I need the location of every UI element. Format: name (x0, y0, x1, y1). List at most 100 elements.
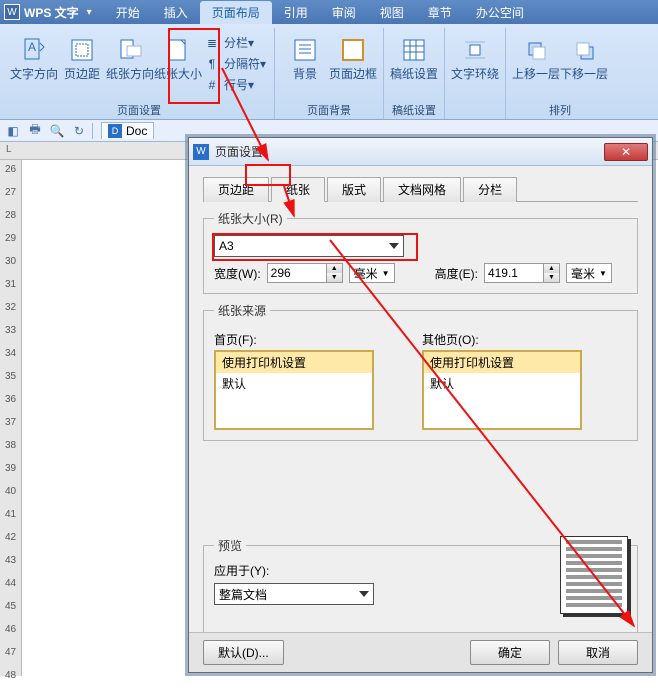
ribbon-group-label: 排列 (506, 102, 614, 118)
quick-print-icon[interactable]: 🖶 (26, 122, 44, 140)
ribbon-group-page-bg: 背景 页面边框 页面背景 (275, 28, 384, 119)
text-direction-button[interactable]: A 文字方向 (10, 30, 58, 93)
orientation-button[interactable]: 纸张方向 (106, 30, 154, 93)
bring-forward-button[interactable]: 上移一层 (512, 30, 560, 81)
svg-text:A: A (28, 40, 36, 54)
page-setup-dialog: W 页面设置 ✕ 页边距纸张版式文档网格分栏 纸张大小(R) A3 宽度(W):… (188, 137, 653, 673)
first-page-listbox[interactable]: 使用打印机设置默认 (214, 350, 374, 430)
height-unit-combo[interactable]: 毫米▼ (566, 263, 612, 283)
ruler-tick: 35 (0, 371, 21, 394)
line-number-icon: # (204, 78, 220, 92)
preview-thumbnail (560, 536, 628, 614)
breaks-button[interactable]: ¶分隔符 ▾ (204, 55, 266, 72)
send-backward-button[interactable]: 下移一层 (560, 30, 608, 81)
ruler-tick: 44 (0, 578, 21, 601)
spin-down-icon[interactable]: ▼ (327, 273, 342, 282)
main-tab-5[interactable]: 视图 (368, 1, 416, 24)
list-item[interactable]: 使用打印机设置 (216, 352, 372, 373)
list-item[interactable]: 使用打印机设置 (424, 352, 580, 373)
paper-size-value: A3 (219, 239, 234, 253)
ruler-vertical: 2627282930313233343536373839404142434445… (0, 160, 22, 676)
quick-refresh-icon[interactable]: ↻ (70, 122, 88, 140)
main-tab-4[interactable]: 审阅 (320, 1, 368, 24)
ruler-tick: 38 (0, 440, 21, 463)
ruler-tick: 45 (0, 601, 21, 624)
main-tab-3[interactable]: 引用 (272, 1, 320, 24)
ruler-marker: L (6, 144, 12, 155)
cancel-button[interactable]: 取消 (558, 640, 638, 665)
ruler-tick: 48 (0, 670, 21, 693)
height-input[interactable] (484, 263, 544, 283)
dialog-tab-2[interactable]: 版式 (327, 177, 381, 202)
close-button[interactable]: ✕ (604, 143, 648, 161)
ruler-tick: 27 (0, 187, 21, 210)
main-tab-2[interactable]: 页面布局 (200, 1, 272, 24)
list-item[interactable]: 默认 (424, 373, 580, 394)
send-backward-icon (570, 36, 598, 64)
dialog-tab-3[interactable]: 文档网格 (383, 177, 461, 202)
app-icon: W (4, 4, 20, 20)
background-button[interactable]: 背景 (281, 30, 329, 81)
other-pages-listbox[interactable]: 使用打印机设置默认 (422, 350, 582, 430)
main-tab-6[interactable]: 章节 (416, 1, 464, 24)
bring-forward-icon (522, 36, 550, 64)
ruler-tick: 34 (0, 348, 21, 371)
document-icon: D (108, 124, 122, 138)
ruler-tick: 47 (0, 647, 21, 670)
height-spinner[interactable]: ▲▼ (484, 263, 560, 283)
dialog-tab-1[interactable]: 纸张 (271, 177, 325, 202)
width-spinner[interactable]: ▲▼ (267, 263, 343, 283)
apply-to-combo[interactable]: 整篇文档 (214, 583, 374, 605)
text-wrap-button[interactable]: 文字环绕 (451, 30, 499, 81)
quick-preview-icon[interactable]: 🔍 (48, 122, 66, 140)
quick-new-icon[interactable]: ◧ (4, 122, 22, 140)
chevron-down-icon: ▼ (382, 269, 390, 278)
width-label: 宽度(W): (214, 265, 261, 282)
dialog-titlebar: W 页面设置 ✕ (189, 138, 652, 166)
width-input[interactable] (267, 263, 327, 283)
dialog-tab-4[interactable]: 分栏 (463, 177, 517, 202)
page-border-button[interactable]: 页面边框 (329, 30, 377, 81)
spin-down-icon[interactable]: ▼ (544, 273, 559, 282)
ruler-tick: 42 (0, 532, 21, 555)
height-label: 高度(E): (435, 265, 478, 282)
margins-button[interactable]: 页边距 (58, 30, 106, 93)
manuscript-icon (400, 36, 428, 64)
ruler-tick: 36 (0, 394, 21, 417)
main-tab-7[interactable]: 办公空间 (464, 1, 536, 24)
ok-button[interactable]: 确定 (470, 640, 550, 665)
paper-size-combo[interactable]: A3 (214, 235, 404, 257)
columns-button[interactable]: ≣分栏 ▾ (204, 34, 266, 51)
ruler-tick: 39 (0, 463, 21, 486)
orientation-icon (116, 36, 144, 64)
paper-size-fieldset: 纸张大小(R) A3 宽度(W): ▲▼ 毫米▼ 高度(E): ▲▼ (203, 210, 638, 294)
first-page-label: 首页(F): (214, 331, 374, 348)
ribbon: A 文字方向 页边距 纸张方向 纸张大小 ≣分栏 ▾ ¶分隔符 ▾ #行号 ▾ … (0, 24, 658, 120)
paper-size-icon (164, 36, 192, 64)
dialog-footer: 默认(D)... 确定 取消 (189, 632, 652, 672)
ribbon-group-arrange: 上移一层 下移一层 排列 (506, 28, 614, 119)
ruler-tick: 37 (0, 417, 21, 440)
ruler-tick: 41 (0, 509, 21, 532)
app-dropdown-icon[interactable]: ▾ (87, 7, 92, 18)
manuscript-button[interactable]: 稿纸设置 (390, 30, 438, 81)
main-tab-0[interactable]: 开始 (104, 1, 152, 24)
main-tab-1[interactable]: 插入 (152, 1, 200, 24)
default-button[interactable]: 默认(D)... (203, 640, 284, 665)
ruler-tick: 29 (0, 233, 21, 256)
spin-up-icon[interactable]: ▲ (327, 264, 342, 273)
paper-size-button[interactable]: 纸张大小 (154, 30, 202, 93)
ruler-tick: 43 (0, 555, 21, 578)
text-direction-icon: A (20, 36, 48, 64)
width-unit-combo[interactable]: 毫米▼ (349, 263, 395, 283)
ruler-tick: 46 (0, 624, 21, 647)
ruler-tick: 30 (0, 256, 21, 279)
list-item[interactable]: 默认 (216, 373, 372, 394)
columns-icon: ≣ (204, 36, 220, 50)
line-number-button[interactable]: #行号 ▾ (204, 76, 266, 93)
preview-legend: 预览 (214, 537, 246, 554)
spin-up-icon[interactable]: ▲ (544, 264, 559, 273)
ruler-tick: 26 (0, 164, 21, 187)
dialog-tab-0[interactable]: 页边距 (203, 177, 269, 202)
document-tab[interactable]: D Doc (101, 122, 154, 139)
